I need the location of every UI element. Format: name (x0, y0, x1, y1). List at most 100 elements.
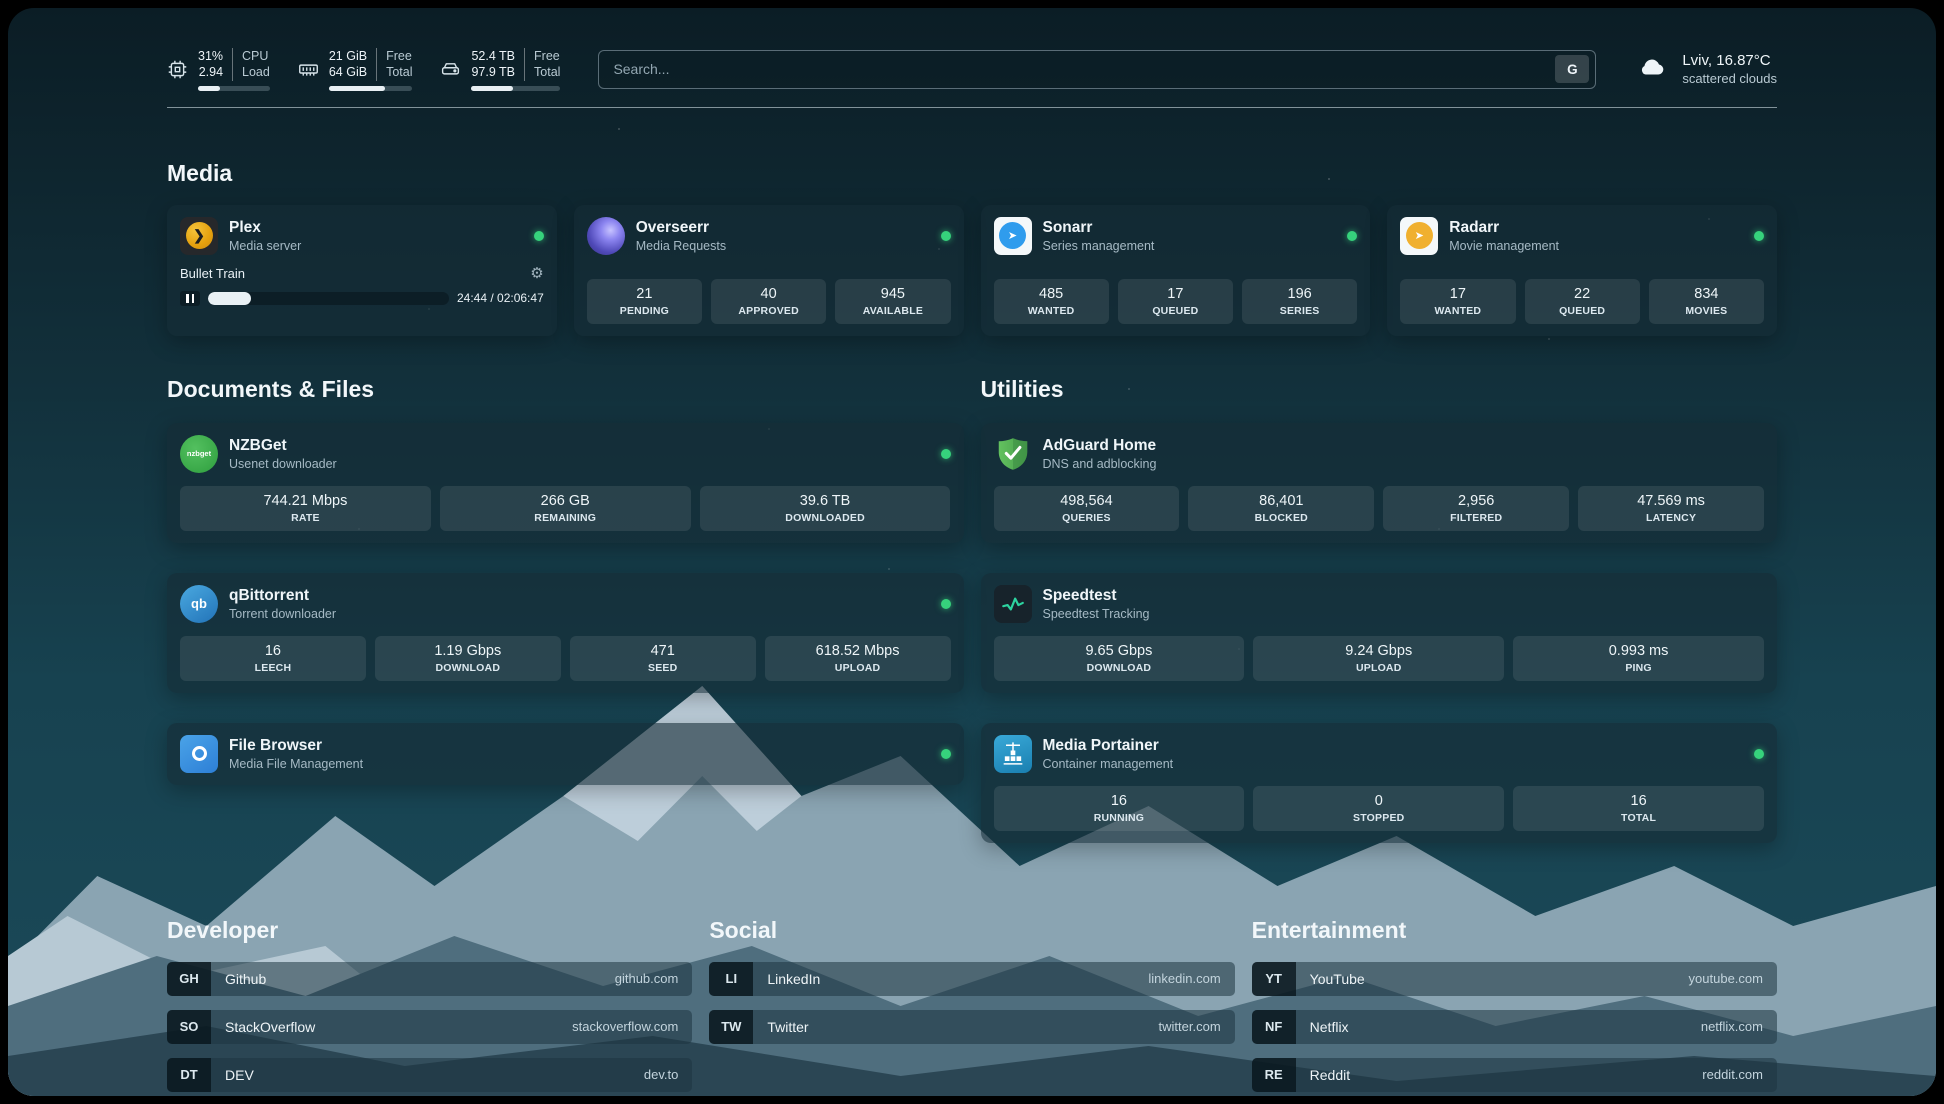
app-card-adguard[interactable]: AdGuard Home DNS and adblocking 498,564Q… (981, 423, 1778, 543)
portainer-icon (994, 735, 1032, 773)
stat-stopped: 0STOPPED (1253, 786, 1504, 831)
section-title-media: Media (167, 160, 1777, 187)
top-bar: 31% 2.94 CPU Load (167, 48, 1777, 91)
app-description: Media Requests (636, 239, 726, 253)
app-card-nzbget[interactable]: nzbget NZBGet Usenet downloader 744.21 M… (167, 423, 964, 543)
search-input[interactable] (613, 61, 1555, 77)
stat-pending: 21PENDING (587, 279, 702, 324)
stat-queries: 498,564QUERIES (994, 486, 1180, 531)
app-name: NZBGet (229, 437, 337, 455)
bookmark-dev[interactable]: DT DEV dev.to (167, 1058, 692, 1092)
filebrowser-icon (180, 735, 218, 773)
app-card-radarr[interactable]: ➤ Radarr Movie management 17WANTED 22QUE… (1387, 205, 1777, 336)
youtube-icon: YT (1252, 962, 1296, 996)
bookmark-twitter[interactable]: TW Twitter twitter.com (709, 1010, 1234, 1044)
app-name: Media Portainer (1043, 737, 1174, 755)
app-description: Series management (1043, 239, 1155, 253)
stat-approved: 40APPROVED (711, 279, 826, 324)
stat-available: 945AVAILABLE (835, 279, 950, 324)
stat-downloaded: 39.6 TBDOWNLOADED (700, 486, 951, 531)
storage-icon (440, 59, 461, 80)
stat-running: 16RUNNING (994, 786, 1245, 831)
dashboard-screen: 31% 2.94 CPU Load (8, 8, 1936, 1096)
status-dot (941, 449, 951, 459)
app-name: Radarr (1449, 219, 1559, 237)
pause-button[interactable] (180, 291, 200, 306)
stat-series: 196SERIES (1242, 279, 1357, 324)
netflix-icon: NF (1252, 1010, 1296, 1044)
app-description: Media server (229, 239, 301, 253)
stat-wanted: 485WANTED (994, 279, 1109, 324)
bookmark-github[interactable]: GH Github github.com (167, 962, 692, 996)
stackoverflow-icon: SO (167, 1010, 211, 1044)
search-bar[interactable]: G (598, 50, 1596, 89)
radarr-icon: ➤ (1400, 217, 1438, 255)
bookmark-group-social: Social LI LinkedIn linkedin.com TW Twitt… (709, 917, 1234, 1097)
app-card-overseerr[interactable]: Overseerr Media Requests 21PENDING 40APP… (574, 205, 964, 336)
status-dot (941, 231, 951, 241)
section-title-developer: Developer (167, 917, 692, 944)
app-description: Container management (1043, 757, 1174, 771)
memory-total-label: Total (386, 64, 412, 80)
app-name: Plex (229, 219, 301, 237)
stat-queued: 17QUEUED (1118, 279, 1233, 324)
stat-download: 9.65 GbpsDOWNLOAD (994, 636, 1245, 681)
stat-download: 1.19 GbpsDOWNLOAD (375, 636, 561, 681)
memory-icon (298, 59, 319, 80)
cpu-load-label: Load (242, 64, 270, 80)
cpu-icon (167, 59, 188, 80)
stat-blocked: 86,401BLOCKED (1188, 486, 1374, 531)
bookmark-stackoverflow[interactable]: SO StackOverflow stackoverflow.com (167, 1010, 692, 1044)
app-description: Usenet downloader (229, 457, 337, 471)
qbittorrent-icon: qb (180, 585, 218, 623)
app-card-speedtest[interactable]: Speedtest Speedtest Tracking 9.65 GbpsDO… (981, 573, 1778, 693)
twitter-icon: TW (709, 1010, 753, 1044)
status-dot (941, 599, 951, 609)
weather-location-temp: Lviv, 16.87°C (1682, 52, 1777, 69)
dev-icon: DT (167, 1058, 211, 1092)
bookmark-group-entertainment: Entertainment YT YouTube youtube.com NF … (1252, 917, 1777, 1097)
section-title-social: Social (709, 917, 1234, 944)
system-metrics: 31% 2.94 CPU Load (167, 48, 560, 91)
app-card-plex[interactable]: ❯ Plex Media server Bullet Train ⚙ (167, 205, 557, 336)
app-card-portainer[interactable]: Media Portainer Container management 16R… (981, 723, 1778, 843)
app-card-qbittorrent[interactable]: qb qBittorrent Torrent downloader 16LEEC… (167, 573, 964, 693)
overseerr-icon (587, 217, 625, 255)
bookmark-reddit[interactable]: RE Reddit reddit.com (1252, 1058, 1777, 1092)
status-dot (1347, 231, 1357, 241)
app-description: DNS and adblocking (1043, 457, 1157, 471)
app-name: Overseerr (636, 219, 726, 237)
app-name: qBittorrent (229, 587, 336, 605)
memory-free-label: Free (386, 48, 412, 64)
stat-rate: 744.21 MbpsRATE (180, 486, 431, 531)
memory-progress-bar (329, 86, 413, 91)
playback-progress-bar[interactable] (208, 292, 449, 305)
search-engine-button[interactable]: G (1555, 55, 1589, 83)
app-name: File Browser (229, 737, 363, 755)
bookmark-youtube[interactable]: YT YouTube youtube.com (1252, 962, 1777, 996)
stat-movies: 834MOVIES (1649, 279, 1764, 324)
bookmark-linkedin[interactable]: LI LinkedIn linkedin.com (709, 962, 1234, 996)
stat-queued: 22QUEUED (1525, 279, 1640, 324)
bookmark-netflix[interactable]: NF Netflix netflix.com (1252, 1010, 1777, 1044)
app-card-filebrowser[interactable]: File Browser Media File Management (167, 723, 964, 785)
gear-icon[interactable]: ⚙ (530, 266, 543, 281)
stat-upload: 9.24 GbpsUPLOAD (1253, 636, 1504, 681)
cloud-icon (1634, 52, 1670, 87)
stat-upload: 618.52 MbpsUPLOAD (765, 636, 951, 681)
github-icon: GH (167, 962, 211, 996)
plex-icon: ❯ (180, 217, 218, 255)
stat-remaining: 266 GBREMAINING (440, 486, 691, 531)
speedtest-icon (994, 585, 1032, 623)
storage-total-label: Total (534, 64, 560, 80)
app-description: Torrent downloader (229, 607, 336, 621)
nzbget-icon: nzbget (180, 435, 218, 473)
app-card-sonarr[interactable]: ➤ Sonarr Series management 485WANTED 17Q… (981, 205, 1371, 336)
weather-widget: Lviv, 16.87°C scattered clouds (1634, 52, 1777, 87)
status-dot (1754, 231, 1764, 241)
stat-wanted: 17WANTED (1400, 279, 1515, 324)
cpu-load-value: 2.94 (199, 64, 223, 80)
section-title-entertainment: Entertainment (1252, 917, 1777, 944)
stat-total: 16TOTAL (1513, 786, 1764, 831)
cpu-progress-bar (198, 86, 270, 91)
